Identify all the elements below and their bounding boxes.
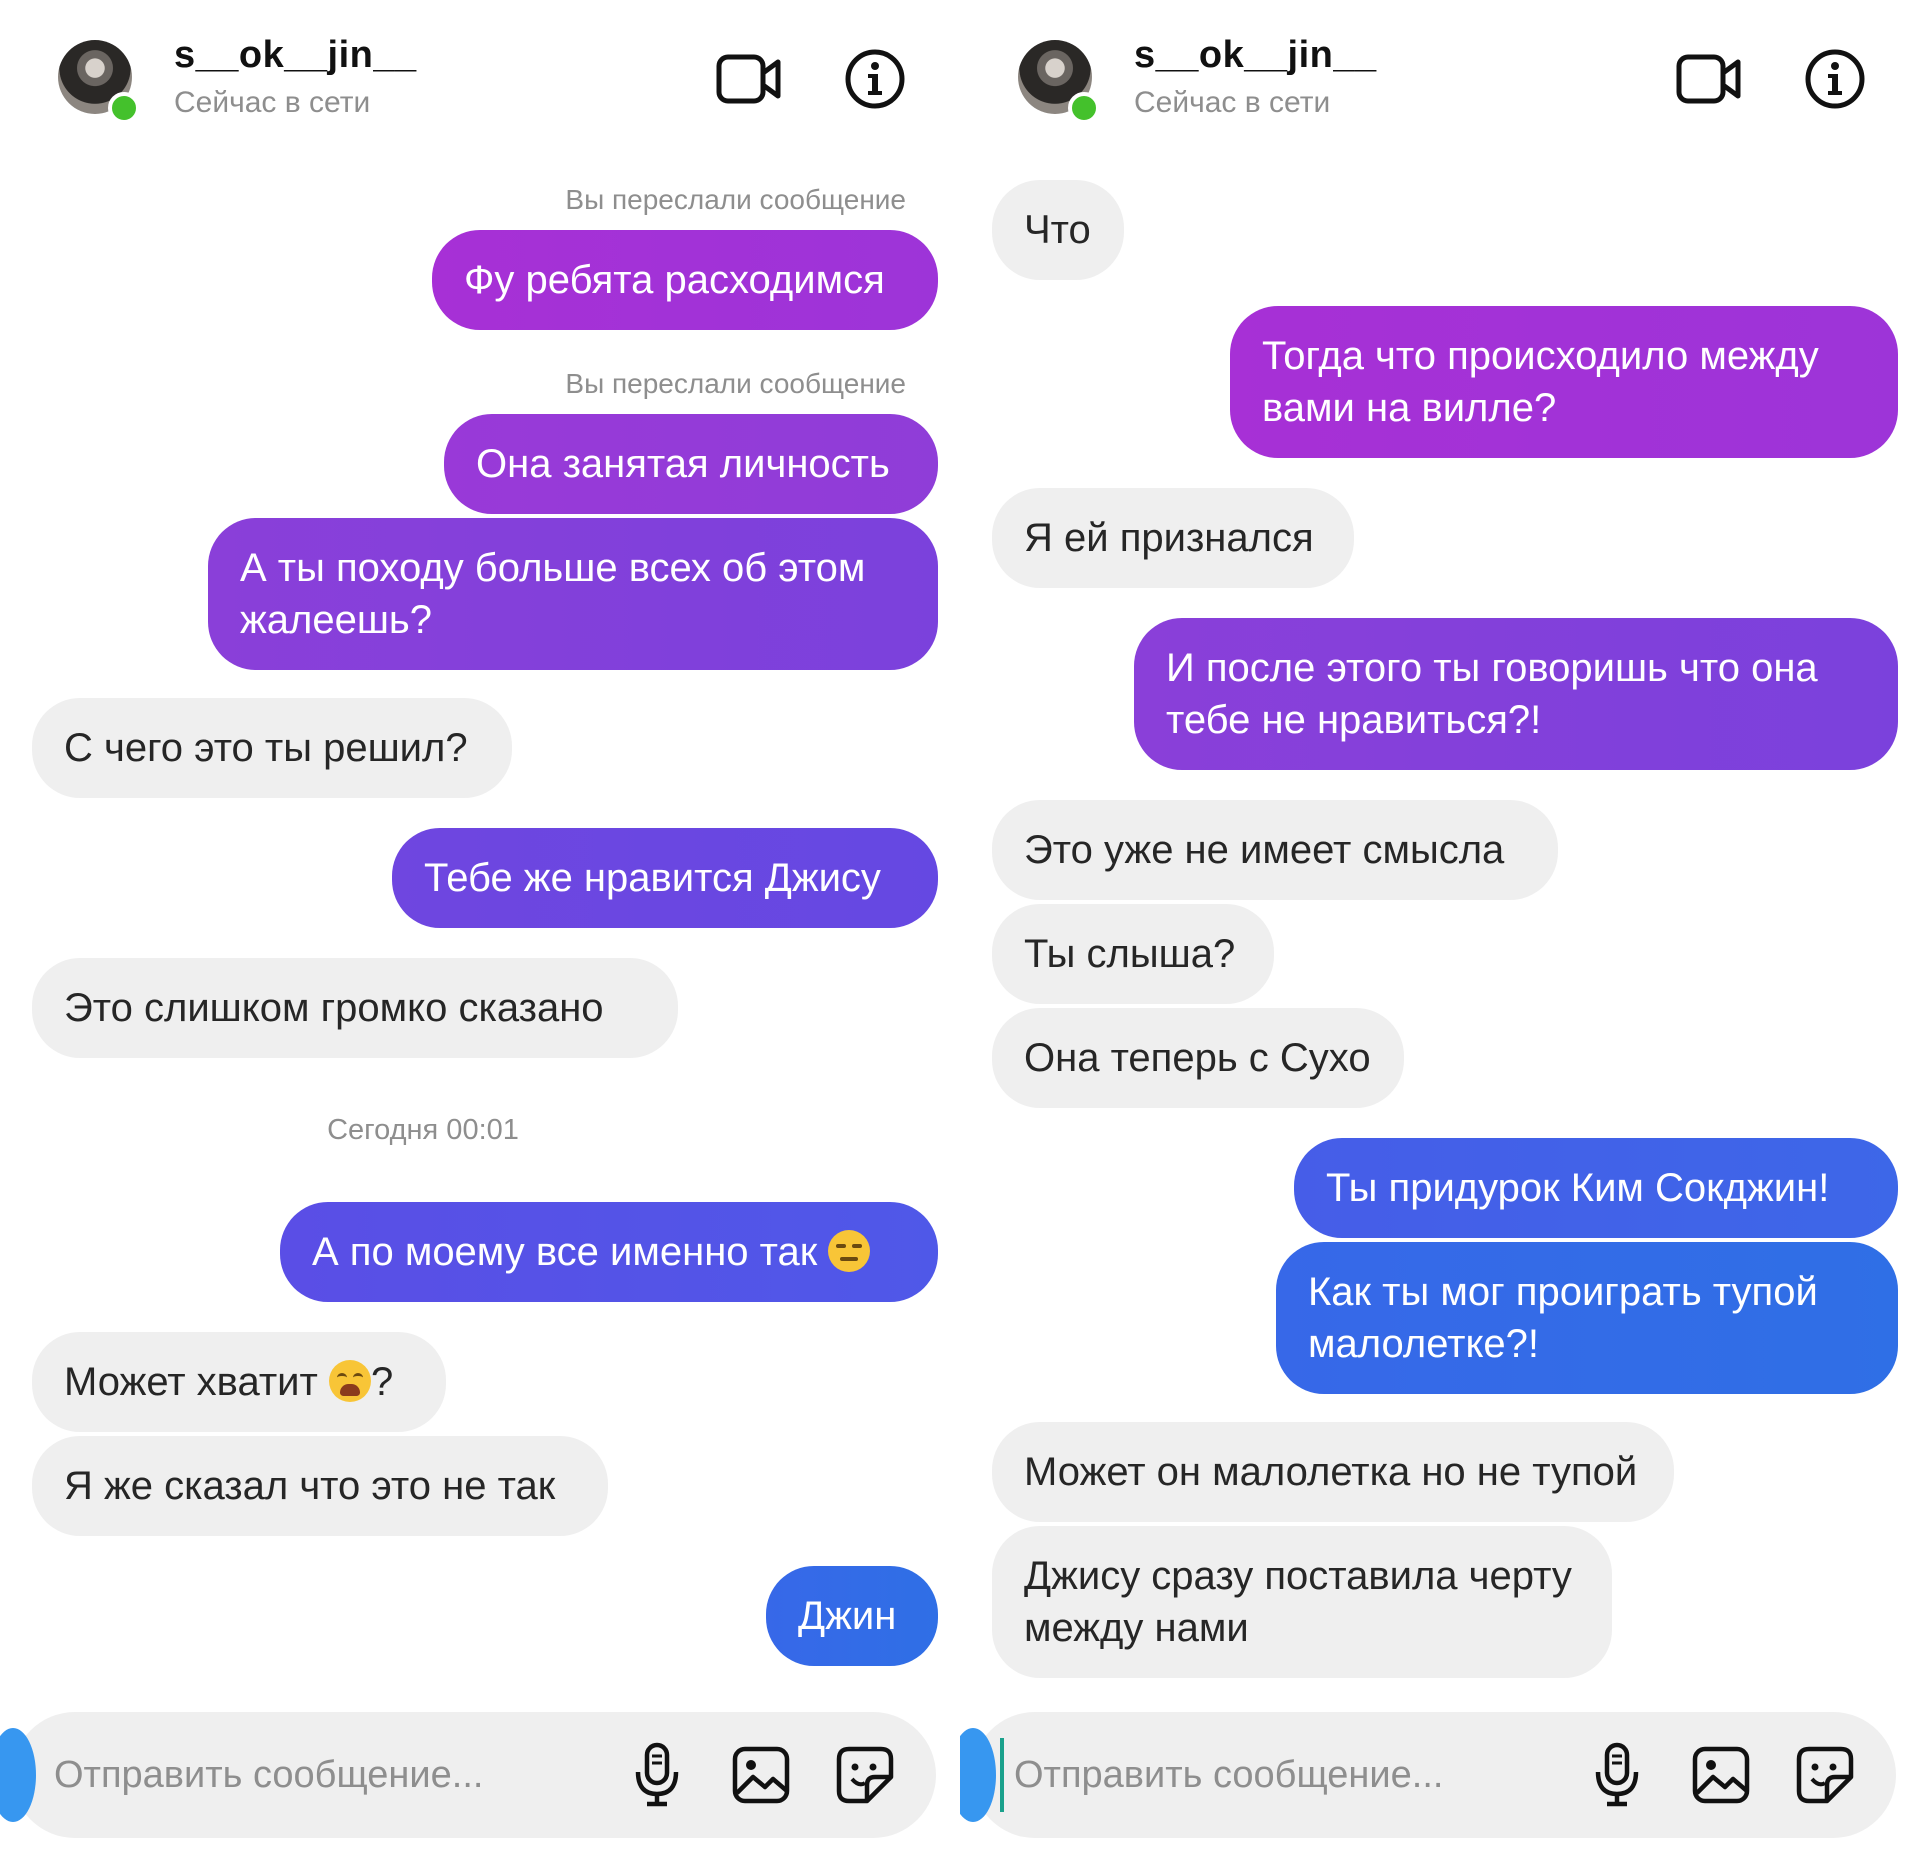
info-circle-icon: [844, 48, 906, 110]
forwarded-note: Вы переслали сообщение: [565, 368, 906, 399]
timestamp-separator: Сегодня 00:01: [327, 1114, 519, 1146]
username[interactable]: s__ok__jin__: [174, 34, 417, 77]
camera-button[interactable]: [960, 1728, 996, 1822]
image-gallery-icon: [1691, 1745, 1751, 1805]
sticker-icon: [1795, 1745, 1855, 1805]
microphone-icon: [633, 1742, 681, 1808]
message-incoming[interactable]: Ты слыша?: [992, 904, 1274, 1004]
message-text: А по моему все именно так: [312, 1230, 818, 1274]
message-outgoing[interactable]: Как ты мог проиграть тупой малолетке?!: [1276, 1242, 1898, 1394]
message-outgoing[interactable]: И после этого ты говоришь что она тебе н…: [1134, 618, 1898, 770]
chat-panel-right: s__ok__jin__ Сейчас в сети Что Тогда что…: [960, 0, 1920, 1852]
video-call-button[interactable]: [714, 44, 784, 114]
gallery-button[interactable]: [1686, 1740, 1756, 1810]
voice-message-button[interactable]: [1582, 1740, 1652, 1810]
message-list[interactable]: Вы переслали сообщение Фу ребята расходи…: [0, 150, 960, 1690]
message-incoming[interactable]: Это уже не имеет смысла: [992, 800, 1558, 900]
gallery-button[interactable]: [726, 1740, 796, 1810]
message-composer: [960, 1712, 1896, 1838]
forwarded-note: Вы переслали сообщение: [565, 184, 906, 215]
message-outgoing[interactable]: Ты придурок Ким Сокджин!: [1294, 1138, 1898, 1238]
message-incoming[interactable]: Это слишком громко сказано: [32, 958, 678, 1058]
message-incoming[interactable]: Может он малолетка но не тупой: [992, 1422, 1674, 1522]
message-list[interactable]: Что Тогда что происходило между вами на …: [960, 150, 1920, 1690]
microphone-icon: [1593, 1742, 1641, 1808]
message-incoming[interactable]: Она теперь с Сухо: [992, 1008, 1404, 1108]
message-outgoing[interactable]: Она занятая личность: [444, 414, 938, 514]
message-outgoing[interactable]: Тебе же нравится Джису: [392, 828, 938, 928]
weary-face-emoji-icon: [328, 1360, 371, 1402]
message-outgoing[interactable]: Фу ребята расходимся: [432, 230, 938, 330]
video-camera-icon: [716, 53, 782, 105]
message-composer: [0, 1712, 936, 1838]
expressionless-face-emoji-icon: [828, 1230, 871, 1272]
message-input[interactable]: [54, 1742, 574, 1808]
username[interactable]: s__ok__jin__: [1134, 34, 1377, 77]
video-camera-icon: [1676, 53, 1742, 105]
message-incoming[interactable]: С чего это ты решил?: [32, 698, 512, 798]
message-incoming[interactable]: Джису сразу поставила черту между нами: [992, 1526, 1612, 1678]
online-status-dot: [1068, 92, 1100, 124]
message-outgoing[interactable]: А ты походу больше всех об этом жалеешь?: [208, 518, 938, 670]
chat-panel-left: s__ok__jin__ Сейчас в сети Вы переслали …: [0, 0, 960, 1852]
info-circle-icon: [1804, 48, 1866, 110]
message-text: Может хватит: [64, 1360, 318, 1404]
message-outgoing[interactable]: Тогда что происходило между вами на вилл…: [1230, 306, 1898, 458]
info-button[interactable]: [1800, 44, 1870, 114]
text-cursor: [1000, 1738, 1004, 1812]
message-incoming[interactable]: Я ей признался: [992, 488, 1354, 588]
message-incoming[interactable]: Что: [992, 180, 1124, 280]
message-outgoing[interactable]: Джин: [766, 1566, 938, 1666]
online-status-text: Сейчас в сети: [174, 86, 371, 119]
online-status-text: Сейчас в сети: [1134, 86, 1331, 119]
message-suffix: ?: [370, 1360, 394, 1404]
message-input[interactable]: [1014, 1742, 1534, 1808]
online-status-dot: [108, 92, 140, 124]
message-incoming[interactable]: Я же сказал что это не так: [32, 1436, 608, 1536]
chat-header: s__ok__jin__ Сейчас в сети: [0, 0, 960, 150]
sticker-button[interactable]: [1790, 1740, 1860, 1810]
sticker-icon: [835, 1745, 895, 1805]
message-outgoing[interactable]: А по моему все именно так: [280, 1202, 938, 1302]
image-gallery-icon: [731, 1745, 791, 1805]
chat-header: s__ok__jin__ Сейчас в сети: [960, 0, 1920, 150]
video-call-button[interactable]: [1674, 44, 1744, 114]
camera-button[interactable]: [0, 1728, 36, 1822]
sticker-button[interactable]: [830, 1740, 900, 1810]
message-incoming[interactable]: Может хватит ?: [32, 1332, 446, 1432]
info-button[interactable]: [840, 44, 910, 114]
voice-message-button[interactable]: [622, 1740, 692, 1810]
